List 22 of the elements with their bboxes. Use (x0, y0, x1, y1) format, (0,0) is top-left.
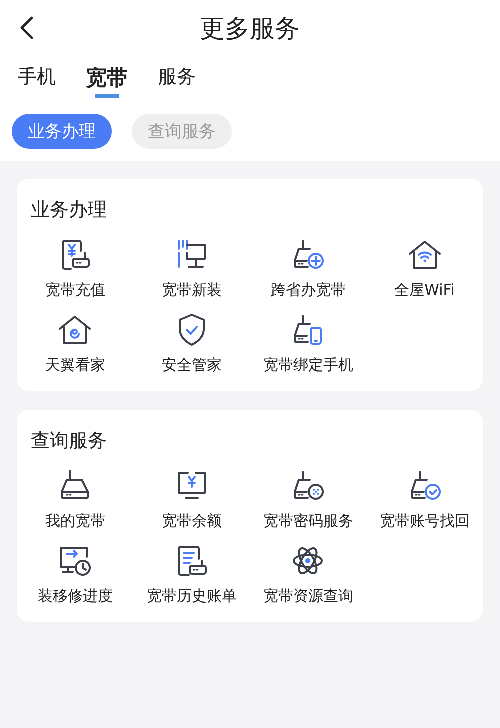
service-label[interactable]: 宽带历史账单 (146, 587, 237, 606)
service-label[interactable]: 宽带绑定手机 (263, 356, 354, 375)
tab[interactable]: 宽带 (86, 64, 128, 98)
filter-chip[interactable]: 业务办理 (12, 114, 112, 149)
service-label[interactable]: 宽带密码服务 (263, 512, 354, 531)
service-label[interactable]: 天翼看家 (45, 356, 106, 375)
service-label[interactable]: 全屋WiFi (394, 281, 455, 300)
service-label[interactable]: 宽带账号找回 (380, 512, 470, 531)
service-label[interactable]: 宽带资源查询 (263, 587, 354, 606)
section-title: 查询服务 (30, 429, 108, 454)
section-title: 业务办理 (30, 198, 108, 223)
service-label[interactable]: 跨省办宽带 (270, 281, 346, 300)
service-label[interactable]: 装移修进度 (38, 587, 113, 606)
back-icon[interactable] (20, 16, 34, 40)
service-label[interactable]: 我的宽带 (45, 512, 106, 531)
tab[interactable]: 服务 (158, 64, 196, 92)
tab[interactable]: 手机 (18, 64, 56, 92)
service-label[interactable]: 宽带充值 (45, 281, 106, 300)
service-label[interactable]: 安全管家 (162, 356, 222, 375)
service-label[interactable]: 宽带余额 (162, 512, 222, 531)
page-title: 更多服务 (200, 12, 300, 44)
service-label[interactable]: 宽带新装 (162, 281, 222, 300)
